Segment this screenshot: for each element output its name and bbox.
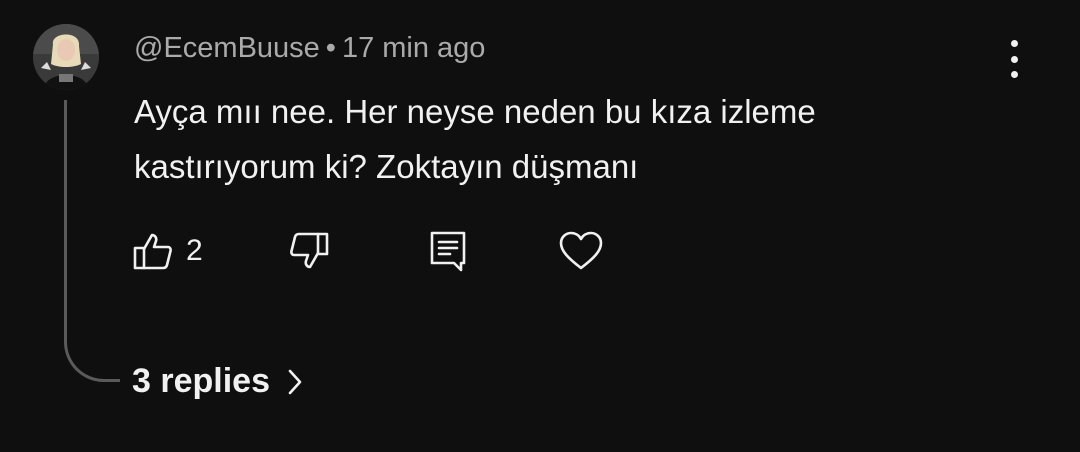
thumbs-down-icon [290, 232, 329, 269]
heart-icon [559, 231, 603, 270]
like-count: 2 [186, 234, 203, 267]
comment-time: 17 min ago [341, 32, 486, 64]
kebab-dot [1010, 71, 1018, 78]
replies-label: 3 replies [132, 362, 270, 400]
thread-connector-line [64, 100, 120, 382]
kebab-dot [1010, 55, 1018, 63]
comment-meta: @EcemBuuse • 17 min ago [134, 32, 485, 65]
comment-icon [430, 231, 466, 272]
avatar[interactable] [33, 24, 99, 90]
heart-button[interactable] [558, 228, 604, 274]
reply-button[interactable] [428, 228, 468, 274]
chevron-right-icon [288, 369, 302, 394]
author-name[interactable]: @EcemBuuse [134, 32, 320, 64]
comment-card: @EcemBuuse • 17 min ago Ayça mıı nee. Her … [0, 0, 1080, 452]
comment-text: Ayça mıı nee. Her neyse neden bu kıza iz… [134, 93, 816, 185]
view-replies-button[interactable]: 3 replies [132, 362, 302, 401]
more-vert-icon[interactable] [996, 36, 1032, 82]
kebab-dot [1010, 40, 1018, 47]
like-button[interactable]: 2 [132, 228, 203, 274]
dislike-button[interactable] [288, 228, 330, 274]
thumbs-up-icon [133, 233, 172, 270]
meta-separator: • [325, 32, 336, 64]
